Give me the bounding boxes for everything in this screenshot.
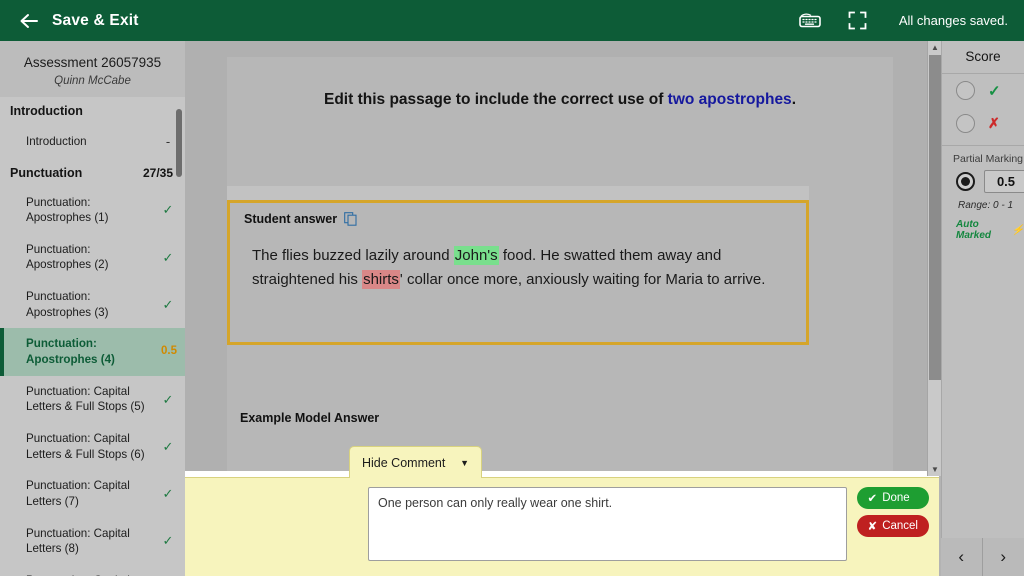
score-panel: Score ✓ ✗ Partial Marking Range: 0 - 1 A… (941, 41, 1024, 538)
student-name: Quinn McCabe (54, 75, 131, 87)
sidebar-item-question[interactable]: Introduction - (0, 125, 185, 159)
question-prompt: Edit this passage to include the correct… (227, 57, 893, 109)
answer-top-strip (227, 186, 809, 200)
main-scrollbar[interactable]: ▲ ▼ (927, 41, 942, 476)
student-answer-label: Student answer (244, 212, 338, 226)
question-prefix: Edit this passage to include the correct… (324, 91, 668, 108)
sidebar-item-mark: 0.5 (161, 345, 177, 358)
nav-group-header[interactable]: Punctuation 27/35 (0, 158, 185, 187)
hide-comment-label: Hide Comment (362, 455, 446, 470)
save-status-text: All changes saved. (898, 13, 1008, 28)
auto-marked-badge: Auto Marked ⚡ (942, 211, 1024, 241)
x-icon: ✗ (988, 115, 1000, 131)
save-and-exit-button[interactable]: Save & Exit (52, 12, 139, 30)
sidebar-item-mark: ✓ (162, 202, 174, 218)
score-panel-title: Score (942, 41, 1024, 74)
incorrect-radio[interactable] (956, 114, 975, 133)
sidebar-item-label: Punctuation: Capital Letters (7) (26, 479, 130, 508)
sidebar-item-label: Punctuation: Apostrophes (3) (26, 290, 109, 319)
arrow-left-icon[interactable] (16, 8, 42, 34)
question-suffix: . (791, 91, 796, 108)
x-icon: ✘ (867, 521, 878, 533)
chevron-down-icon[interactable]: ▼ (460, 458, 469, 468)
scroll-down-arrow-icon[interactable]: ▼ (928, 463, 942, 476)
sidebar-item-mark: ✓ (162, 249, 174, 265)
sidebar: Assessment 26057935 Quinn McCabe Introdu… (0, 41, 185, 576)
check-icon: ✓ (988, 82, 1001, 100)
question-nav-list: Introduction Introduction - Punctuation 27/3… (0, 97, 185, 576)
cancel-label: Cancel (882, 520, 918, 532)
nav-group-header[interactable]: Introduction (0, 97, 185, 125)
copy-icon[interactable] (344, 212, 357, 226)
next-question-button[interactable]: › (982, 538, 1024, 576)
done-button[interactable]: ✔ Done (856, 487, 929, 509)
sidebar-scrollbar-thumb[interactable] (176, 109, 182, 177)
partial-radio[interactable] (956, 172, 975, 191)
sidebar-item-mark: ✓ (162, 391, 174, 407)
check-icon: ✔ (867, 493, 878, 505)
sidebar-item-question[interactable]: Punctuation: Apostrophes (1) ✓ (0, 186, 185, 234)
partial-marking-row (942, 170, 1024, 193)
scroll-up-arrow-icon[interactable]: ▲ (928, 41, 942, 54)
sidebar-item-label: Punctuation: Apostrophes (2) (26, 242, 109, 272)
sidebar-item-mark: ✓ (162, 486, 174, 502)
partial-score-input[interactable] (984, 170, 1024, 193)
comment-panel: ✔ Done ✘ Cancel (185, 477, 939, 576)
student-answer-header: Student answer (230, 203, 806, 226)
correct-radio[interactable] (956, 81, 975, 100)
sidebar-item-label: Punctuation: Capital Letters (8) (26, 526, 130, 556)
model-answer-label: Example Model Answer (240, 411, 380, 425)
assessment-header: Assessment 26057935 Quinn McCabe (0, 41, 185, 97)
sidebar-item-question[interactable]: Punctuation: Capital Letters & Full Stop… (0, 422, 185, 471)
partial-marking-label: Partial Marking (953, 153, 1024, 165)
sidebar-item-question[interactable]: Punctuation: Capital Letters (9)✓ (0, 564, 185, 576)
top-bar-actions: All changes saved. (797, 9, 1008, 33)
nav-group-score: 27/35 (142, 165, 173, 180)
sidebar-item-mark: ✓ (162, 296, 174, 312)
answer-segment-3: ' collar once more, anxiously waiting fo… (399, 271, 766, 289)
student-answer-text: The flies buzzed lazily around John's fo… (230, 226, 806, 293)
sidebar-item-question[interactable]: Punctuation: Capital Letters (8) ✓ (0, 517, 185, 565)
hide-comment-tab[interactable]: Hide Comment ▼ (349, 446, 482, 478)
sidebar-item-label: Punctuation: Apostrophes (1) (26, 195, 109, 225)
score-incorrect-option[interactable]: ✗ (942, 107, 1024, 140)
main-scrollbar-thumb[interactable] (929, 55, 941, 380)
assessment-marking-app: Save & Exit All changes saved. Assessmen… (0, 0, 1024, 576)
question-nav-buttons: ‹ › (941, 538, 1024, 576)
done-label: Done (882, 492, 910, 504)
sidebar-item-label: Introduction (26, 134, 87, 148)
comment-textarea[interactable] (368, 487, 847, 561)
comment-actions: ✔ Done ✘ Cancel (856, 487, 929, 537)
lightning-icon: ⚡ (1011, 224, 1024, 236)
sidebar-item-mark: ✓ (162, 438, 174, 454)
sidebar-item-mark: ✓ (162, 533, 174, 549)
previous-question-button[interactable]: ‹ (941, 538, 983, 576)
keyboard-icon[interactable] (797, 9, 823, 33)
sidebar-item-question[interactable]: Punctuation: Capital Letters & Full Stop… (0, 375, 185, 423)
sidebar-item-label: Punctuation: Apostrophes (4) (26, 337, 115, 367)
answer-segment-1: The flies buzzed lazily around (252, 247, 454, 264)
sidebar-item-label: Punctuation: Capital Letters & Full Stop… (26, 384, 145, 414)
cancel-button[interactable]: ✘ Cancel (856, 515, 929, 537)
student-answer-box: Student answer The flies buzzed lazily a… (227, 200, 809, 345)
sidebar-item-question[interactable]: Punctuation: Capital Letters (7) ✓ (0, 470, 185, 518)
score-correct-option[interactable]: ✓ (942, 74, 1024, 107)
incorrect-highlight-word: shirts (362, 270, 400, 290)
sidebar-item-mark: - (165, 134, 171, 149)
nav-group-label: Punctuation (10, 165, 83, 180)
sidebar-item-question[interactable]: Punctuation: Apostrophes (2) ✓ (0, 233, 185, 282)
score-range-label: Range: 0 - 1 (958, 200, 1014, 211)
top-bar: Save & Exit All changes saved. (0, 0, 1024, 41)
assessment-title: Assessment 26057935 (23, 55, 162, 70)
correct-highlight-word: John's (453, 246, 499, 265)
fullscreen-icon[interactable] (845, 9, 871, 33)
nav-group-label: Introduction (10, 104, 83, 118)
sidebar-item-question[interactable]: Punctuation: Apostrophes (3) ✓ (0, 281, 185, 329)
sidebar-item-question[interactable]: Punctuation: Apostrophes (4) 0.5 (0, 328, 185, 376)
auto-marked-label: Auto Marked (956, 219, 992, 241)
question-highlight: two apostrophes (667, 91, 792, 108)
sidebar-item-label: Punctuation: Capital Letters & Full Stop… (26, 431, 145, 461)
